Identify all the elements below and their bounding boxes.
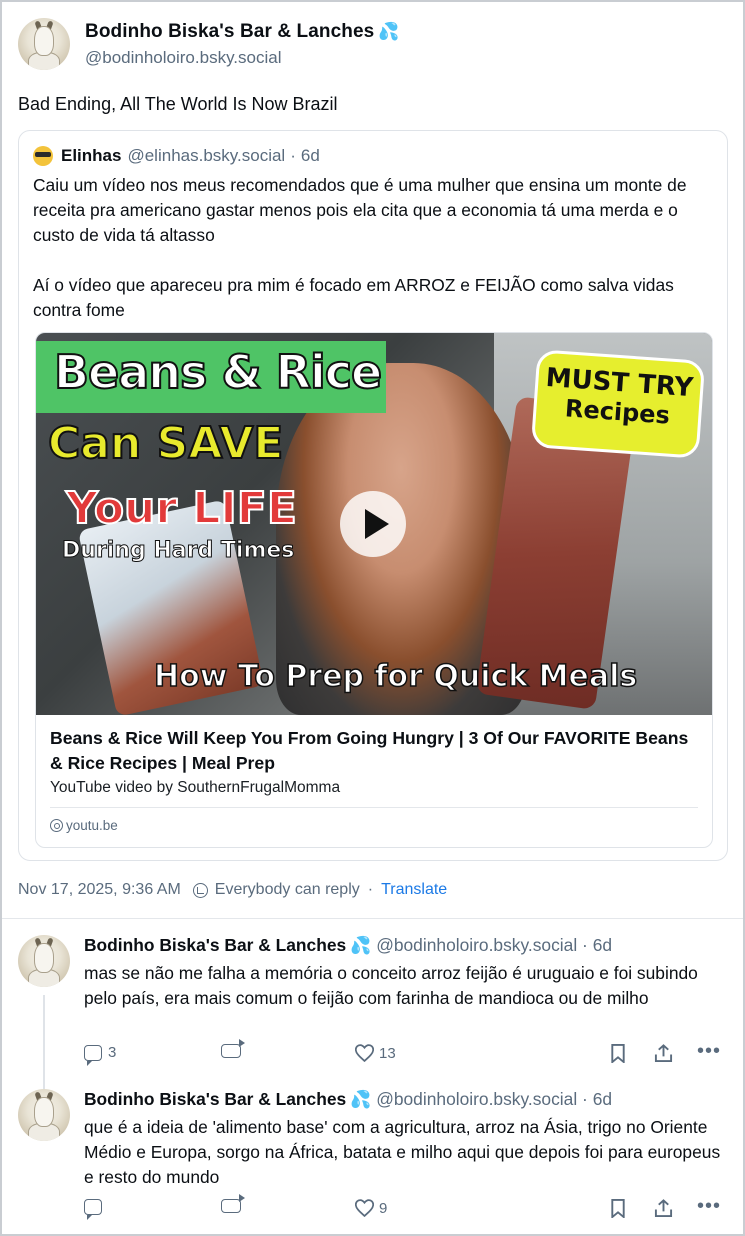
main-post: Bodinho Biska's Bar & Lanches 💦 @bodinhol… — [18, 18, 728, 116]
repost-button[interactable] — [221, 1194, 245, 1213]
quote-time[interactable]: 6d — [301, 146, 320, 166]
reply-time[interactable]: 6d — [593, 1089, 612, 1109]
reply-settings-icon — [192, 882, 208, 898]
more-button[interactable]: ••• — [697, 1195, 722, 1217]
more-icon: ••• — [697, 1040, 722, 1062]
comment-icon — [84, 1044, 102, 1066]
embed-title[interactable]: Beans & Rice Will Keep You From Going Hu… — [50, 726, 700, 776]
comment-icon — [84, 1199, 102, 1220]
reply-author-name[interactable]: Bodinho Biska's Bar & Lanches — [84, 935, 346, 955]
thumbnail-line: Your LIFE — [65, 482, 298, 535]
reply-header: Bodinho Biska's Bar & Lanches 💦 @bodinhol… — [84, 935, 612, 956]
quote-author-handle[interactable]: @elinhas.bsky.social — [127, 146, 285, 166]
quote-author-name[interactable]: Elinhas — [61, 146, 121, 166]
separator-dot: · — [290, 146, 296, 165]
avatar[interactable] — [18, 1089, 70, 1141]
thumbnail-title: Beans & Rice — [53, 344, 383, 400]
translate-link[interactable]: Translate — [381, 881, 447, 899]
share-button[interactable] — [654, 1199, 673, 1218]
post-timestamp: Nov 17, 2025, 9:36 AM — [18, 881, 181, 898]
droplet-emoji-icon: 💦 — [378, 21, 400, 41]
embed-domain-row: youtu.be — [50, 818, 118, 833]
comment-button[interactable]: 3 — [84, 1044, 117, 1066]
quote-paragraph: Caiu um vídeo nos meus recomendados que … — [33, 175, 687, 245]
post-author-row: Bodinho Biska's Bar & Lanches 💦 @bodinhol… — [18, 18, 728, 70]
reply-author-handle[interactable]: @bodinholoiro.bsky.social — [376, 1089, 577, 1109]
like-count: 9 — [379, 1199, 388, 1217]
share-icon — [654, 1044, 673, 1063]
goat-head — [34, 26, 54, 56]
thumbnail-line: During Hard Times — [61, 538, 295, 564]
reply-text: mas se não me falha a memória o conceito… — [84, 963, 698, 1008]
thumbnail-line: Can SAVE — [47, 417, 284, 470]
repost-icon — [221, 1194, 245, 1213]
goat-head — [34, 1097, 54, 1127]
post-text: Bad Ending, All The World Is Now Brazil — [18, 94, 338, 114]
author-handle[interactable]: @bodinholoiro.bsky.social — [85, 48, 400, 68]
quote-body: Caiu um vídeo nos meus recomendados que … — [33, 173, 713, 348]
avatar[interactable] — [18, 18, 70, 70]
separator-dot: · — [582, 1089, 588, 1109]
goat-head — [34, 943, 54, 973]
embed-divider — [50, 807, 698, 808]
heart-icon — [355, 1199, 374, 1217]
reply-text: que é a ideia de 'alimento base' com a a… — [84, 1117, 721, 1187]
droplet-emoji-icon: 💦 — [350, 1090, 372, 1109]
quote-header: Elinhas @elinhas.bsky.social · 6d — [33, 146, 320, 166]
like-button[interactable]: 9 — [355, 1199, 387, 1217]
bookmark-button[interactable] — [610, 1199, 626, 1218]
video-thumbnail[interactable]: Beans & Rice Can SAVE Your LIFE During H… — [36, 333, 712, 715]
embed-subtitle: YouTube video by SouthernFrugalMomma — [50, 779, 341, 796]
separator-dot: · — [582, 935, 588, 955]
quote-avatar-icon[interactable] — [33, 146, 53, 166]
section-divider — [2, 918, 743, 919]
repost-icon — [221, 1039, 245, 1058]
thumbnail-badge: MUST TRY Recipes — [530, 349, 706, 459]
reply-header: Bodinho Biska's Bar & Lanches 💦 @bodinhol… — [84, 1089, 612, 1110]
author-name-text[interactable]: Bodinho Biska's Bar & Lanches — [85, 21, 374, 42]
quote-paragraph: Aí o vídeo que apareceu pra mim é focado… — [33, 275, 674, 320]
bookmark-icon — [610, 1044, 626, 1063]
quoted-post[interactable]: Elinhas @elinhas.bsky.social · 6d Caiu u… — [18, 130, 728, 861]
reply-actions: 9 ••• — [84, 1194, 732, 1225]
thumbnail-caption: How To Prep for Quick Meals — [153, 658, 638, 695]
embed-domain: youtu.be — [66, 818, 118, 833]
link-embed-card[interactable]: Beans & Rice Can SAVE Your LIFE During H… — [35, 332, 713, 848]
separator-dot: · — [367, 881, 374, 898]
repost-button[interactable] — [221, 1039, 245, 1058]
more-button[interactable]: ••• — [697, 1040, 722, 1062]
post-meta: Nov 17, 2025, 9:36 AM Everybody can repl… — [18, 881, 447, 899]
reply-time[interactable]: 6d — [593, 935, 612, 955]
avatar[interactable] — [18, 935, 70, 987]
reply-actions: 3 13 ••• — [84, 1039, 732, 1070]
thread-line — [43, 995, 45, 1091]
reply-author-handle[interactable]: @bodinholoiro.bsky.social — [376, 935, 577, 955]
reply-settings-label[interactable]: Everybody can reply — [215, 881, 360, 899]
comment-button[interactable] — [84, 1199, 102, 1220]
more-icon: ••• — [697, 1195, 722, 1217]
author-info: Bodinho Biska's Bar & Lanches 💦 @bodinhol… — [85, 21, 400, 68]
comment-count: 3 — [108, 1044, 117, 1061]
like-count: 13 — [379, 1044, 396, 1062]
heart-icon — [355, 1044, 374, 1062]
share-icon — [654, 1199, 673, 1218]
globe-icon — [50, 819, 63, 832]
play-icon[interactable] — [340, 491, 406, 557]
bookmark-button[interactable] — [610, 1044, 626, 1063]
like-button[interactable]: 13 — [355, 1044, 396, 1062]
author-display-name[interactable]: Bodinho Biska's Bar & Lanches 💦 — [85, 21, 400, 43]
share-button[interactable] — [654, 1044, 673, 1063]
reply-author-name[interactable]: Bodinho Biska's Bar & Lanches — [84, 1089, 346, 1109]
bookmark-icon — [610, 1199, 626, 1218]
droplet-emoji-icon: 💦 — [350, 936, 372, 955]
